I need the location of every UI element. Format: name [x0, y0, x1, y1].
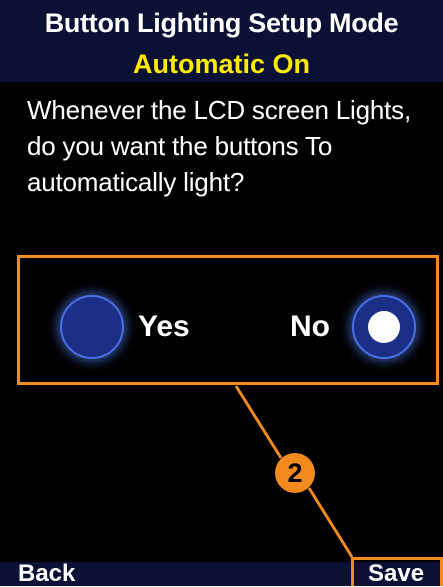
no-radio-button[interactable]: [352, 295, 416, 359]
callout-number-badge: 2: [275, 453, 315, 493]
mode-status: Automatic On: [0, 46, 443, 82]
callout-line-to-save: [307, 487, 354, 558]
back-softkey[interactable]: Back: [18, 561, 75, 587]
save-softkey[interactable]: Save: [368, 561, 424, 587]
selected-dot-icon: [368, 311, 400, 343]
question-text: Whenever the LCD screen Lights, do you w…: [27, 95, 411, 197]
screen-title: Button Lighting Setup Mode: [0, 0, 443, 46]
callout-line-to-options: [234, 385, 283, 459]
no-option-label[interactable]: No: [290, 310, 330, 344]
device-screen: Button Lighting Setup Mode Automatic On …: [0, 0, 443, 587]
yes-option-label[interactable]: Yes: [138, 310, 190, 344]
yes-radio-button[interactable]: [60, 295, 124, 359]
